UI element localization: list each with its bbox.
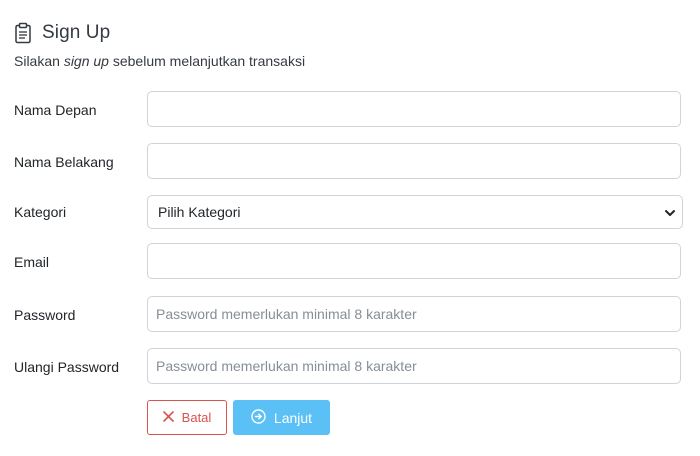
confirm-password-input[interactable] <box>147 348 681 384</box>
last-name-row: Nama Belakang <box>14 143 683 181</box>
subtitle-emphasis: sign up <box>63 53 109 69</box>
subtitle-suffix: sebelum melanjutkan transaksi <box>108 53 306 69</box>
cancel-button[interactable]: Batal <box>147 400 227 435</box>
page-subtitle: Silakan sign up sebelum melanjutkan tran… <box>14 53 305 69</box>
cancel-button-label: Batal <box>181 410 212 425</box>
password-label: Password <box>14 307 76 323</box>
category-select[interactable]: Pilih Kategori <box>147 195 683 229</box>
first-name-input[interactable] <box>147 91 681 127</box>
category-row: Kategori Pilih Kategori <box>14 195 683 229</box>
last-name-input[interactable] <box>147 143 681 179</box>
email-label: Email <box>14 254 50 270</box>
page-title: Sign Up <box>42 22 111 43</box>
first-name-row: Nama Depan <box>14 91 683 129</box>
confirm-password-row: Ulangi Password <box>14 348 683 386</box>
password-row: Password <box>14 296 683 334</box>
next-button-label: Lanjut <box>273 409 313 426</box>
confirm-password-label: Ulangi Password <box>14 359 120 375</box>
arrow-circle-right-icon <box>251 408 266 427</box>
password-input[interactable] <box>147 296 681 332</box>
page-header: Sign Up <box>14 22 110 44</box>
email-row: Email <box>14 243 683 281</box>
first-name-label: Nama Depan <box>14 102 97 118</box>
category-selected-value: Pilih Kategori <box>158 204 241 220</box>
chevron-down-icon <box>664 206 676 218</box>
subtitle-prefix: Silakan <box>14 53 64 69</box>
last-name-label: Nama Belakang <box>14 154 114 170</box>
x-icon <box>162 410 174 425</box>
next-button[interactable]: Lanjut <box>233 400 330 435</box>
email-input[interactable] <box>147 243 681 279</box>
category-label: Kategori <box>14 204 67 220</box>
clipboard-icon <box>14 22 32 44</box>
